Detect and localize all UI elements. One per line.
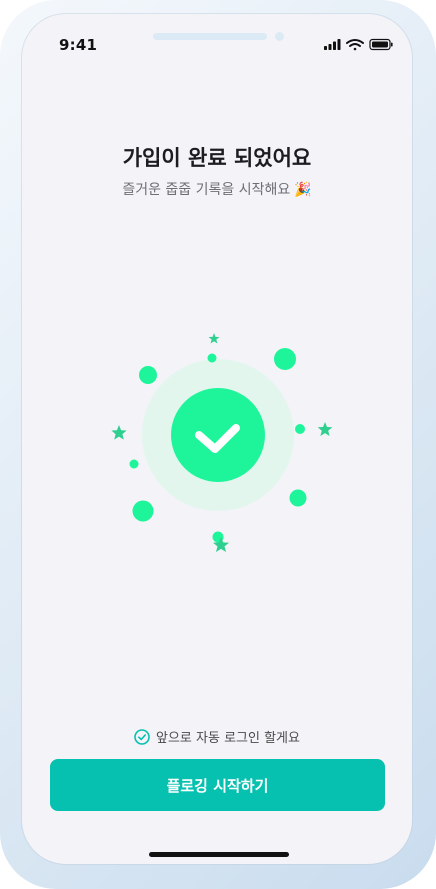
battery-icon [369, 38, 393, 51]
status-bar: 9:41 [22, 14, 412, 64]
phone-frame: 9:41 가입이 완료 되었어요 즐거운 줍줍 기록을 시작해요 🎉 앞으로 자… [0, 0, 436, 889]
start-plogging-button[interactable]: 플로깅 시작하기 [50, 759, 385, 811]
check-circle-outline-icon[interactable] [134, 728, 150, 745]
status-icons [324, 38, 393, 51]
dynamic-island [153, 33, 267, 40]
star-icon [208, 333, 220, 344]
auto-login-label: 앞으로 자동 로그인 할게요 [156, 731, 300, 746]
check-circle-icon [171, 388, 265, 482]
success-illustration [111, 333, 333, 552]
app-screen: 9:41 가입이 완료 되었어요 즐거운 줍줍 기록을 시작해요 🎉 앞으로 자… [22, 14, 412, 864]
subtitle-text: 즐거운 줍줍 기록을 시작해요 [122, 182, 291, 198]
camera-dot [275, 32, 284, 41]
status-time: 9:41 [59, 36, 98, 54]
star-icon [111, 425, 127, 440]
auto-login-option[interactable]: 앞으로 자동 로그인 할게요 [22, 727, 412, 746]
party-popper-icon: 🎉 [294, 182, 312, 198]
page-subtitle: 즐거운 줍줍 기록을 시작해요 🎉 [22, 179, 412, 199]
page-title: 가입이 완료 되었어요 [122, 146, 312, 170]
wifi-icon [346, 39, 364, 51]
cellular-signal-icon [324, 39, 341, 50]
home-indicator [149, 852, 289, 857]
star-icon [317, 422, 333, 436]
